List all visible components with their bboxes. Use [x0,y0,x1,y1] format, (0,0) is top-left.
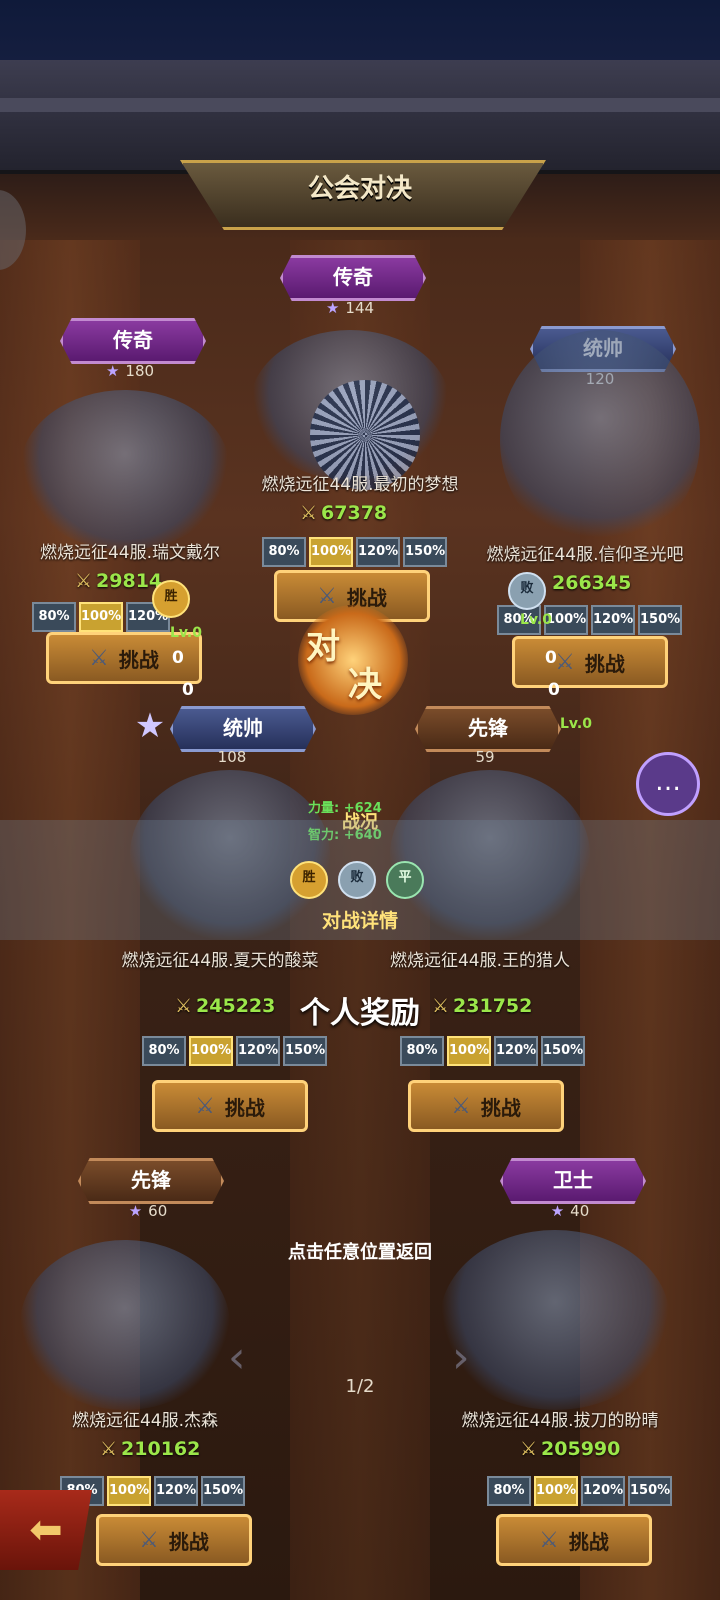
player-name-top-center: 燃烧远征44服.最初的梦想 [261,475,459,495]
lose-icon: 败 [338,861,376,899]
hero-figure-top-right[interactable] [500,330,700,550]
challenge-button-bottom-left[interactable]: ⚔ 挑战 [96,1514,252,1566]
versus-emblem: 对 决 [298,605,408,715]
pct-row-mid-left: 80% 100% 120% 150% [142,1036,327,1066]
tap-to-return-hint[interactable]: 点击任意位置返回 [0,1238,720,1264]
left-lv: Lv.0 [170,625,202,641]
right-count-1: 0 [545,648,557,668]
result-badge-lose: 败 [508,572,546,610]
crossed-swords-icon: ⚔ [317,583,337,609]
stars-bottom-left: ★ 60 [128,1202,168,1220]
pct-150[interactable]: 150% [628,1476,672,1506]
pct-100[interactable]: 100% [107,1476,151,1506]
win-icon: 胜 [290,861,328,899]
star-count: 144 [345,299,375,317]
pct-row-top-left: 80% 100% 120% [32,602,170,632]
star-icon: ★ [128,1202,143,1220]
star-icon: ★ [325,299,340,317]
stars-mid-right: 59 [475,748,495,766]
player-name-bottom-right: 燃烧远征44服.拔刀的盼晴 [461,1411,659,1431]
sword-icon: ⚔ [100,1438,118,1460]
pct-80[interactable]: 80% [400,1036,444,1066]
stars-top-left: ★ 180 [105,362,155,380]
pct-120[interactable]: 120% [581,1476,625,1506]
versus-char-2: 决 [348,665,382,705]
crossed-swords-icon: ⚔ [451,1093,471,1119]
pct-100[interactable]: 100% [309,537,353,567]
pct-150[interactable]: 150% [638,605,682,635]
personal-reward-title: 个人奖励 [300,996,420,1031]
stars-bottom-right: ★ 40 [550,1202,590,1220]
pct-120[interactable]: 120% [356,537,400,567]
rank-badge-top-center: 传奇 [280,255,426,301]
page-title: 公会对决 [307,174,412,204]
right-lv: Lv.0 [520,612,552,628]
rank-badge-mid-left: 统帅 [170,706,316,752]
challenge-button-mid-right[interactable]: ⚔ 挑战 [408,1080,564,1132]
pct-150[interactable]: 150% [201,1476,245,1506]
back-arrow-icon[interactable]: ⬅ [0,1490,92,1570]
result-badge-win: 胜 [152,580,190,618]
rank-badge-mid-right: 先锋 [415,706,561,752]
hero-figure-top-left[interactable] [20,390,230,550]
crossed-swords-icon: ⚔ [195,1093,215,1119]
pct-80[interactable]: 80% [142,1036,186,1066]
star-icon: ★ [105,362,120,380]
pct-80[interactable]: 80% [487,1476,531,1506]
pct-100[interactable]: 100% [447,1036,491,1066]
crossed-swords-icon: ⚔ [139,1527,159,1553]
pct-100[interactable]: 100% [189,1036,233,1066]
rank-badge-bottom-right: 卫士 [500,1158,646,1204]
crossed-swords-icon: ⚔ [89,645,109,671]
sword-icon: ⚔ [520,1438,538,1460]
pct-row-top-center: 80% 100% 120% 150% [262,537,447,567]
stars-top-center: ★ 144 [290,299,410,317]
pct-row-mid-right: 80% 100% 120% 150% [400,1036,585,1066]
power-bottom-left: ⚔ 210162 [100,1438,201,1460]
stars-mid-left: 108 [217,748,247,766]
sword-icon: ⚔ [300,502,318,524]
challenge-button-mid-left[interactable]: ⚔ 挑战 [152,1080,308,1132]
right-star-lv: Lv.0 [560,716,592,732]
pct-80[interactable]: 80% [32,602,76,632]
pct-120[interactable]: 120% [236,1036,280,1066]
pct-120[interactable]: 120% [494,1036,538,1066]
pct-150[interactable]: 150% [283,1036,327,1066]
rank-badge-bottom-left: 先锋 [78,1158,224,1204]
power-bottom-right: ⚔ 205990 [520,1438,621,1460]
pct-100[interactable]: 100% [79,602,123,632]
pct-row-bottom-right: 80% 100% 120% 150% [487,1476,672,1506]
page-indicator: 1/2 [345,1376,375,1397]
power-top-left: ⚔ 29814 [75,570,163,592]
sword-icon: ⚔ [75,570,93,592]
battle-details-link[interactable]: 对战详情 [0,906,720,933]
pct-100[interactable]: 100% [534,1476,578,1506]
left-star-icon: ★ [134,706,166,746]
draw-icon: 平 [386,861,424,899]
versus-char-1: 对 [306,627,340,667]
pct-120[interactable]: 120% [154,1476,198,1506]
left-count-2: 0 [182,680,194,700]
player-name-mid-left: 燃烧远征44服.夏天的酸菜 [121,951,319,971]
player-name-bottom-left: 燃烧远征44服.杰森 [71,1411,219,1431]
player-name-top-right: 燃烧远征44服.信仰圣光吧 [486,545,684,565]
power-top-center: ⚔ 67378 [300,502,388,524]
challenge-button-bottom-right[interactable]: ⚔ 挑战 [496,1514,652,1566]
player-name-top-left: 燃烧远征44服.瑞文戴尔 [39,543,221,563]
chat-bubble-icon[interactable]: … [636,752,700,816]
pct-150[interactable]: 150% [541,1036,585,1066]
crossed-swords-icon: ⚔ [539,1527,559,1553]
pct-120[interactable]: 120% [591,605,635,635]
star-icon: ★ [550,1202,565,1220]
top-frame [0,60,720,174]
power-top-right: 266345 [552,572,632,594]
challenge-button-top-right[interactable]: ⚔ 挑战 [512,636,668,688]
right-count-2: 0 [548,680,560,700]
rank-badge-top-left: 传奇 [60,318,206,364]
crossed-swords-icon: ⚔ [555,649,575,675]
left-count-1: 0 [172,648,184,668]
player-name-mid-right: 燃烧远征44服.王的猎人 [389,951,571,971]
